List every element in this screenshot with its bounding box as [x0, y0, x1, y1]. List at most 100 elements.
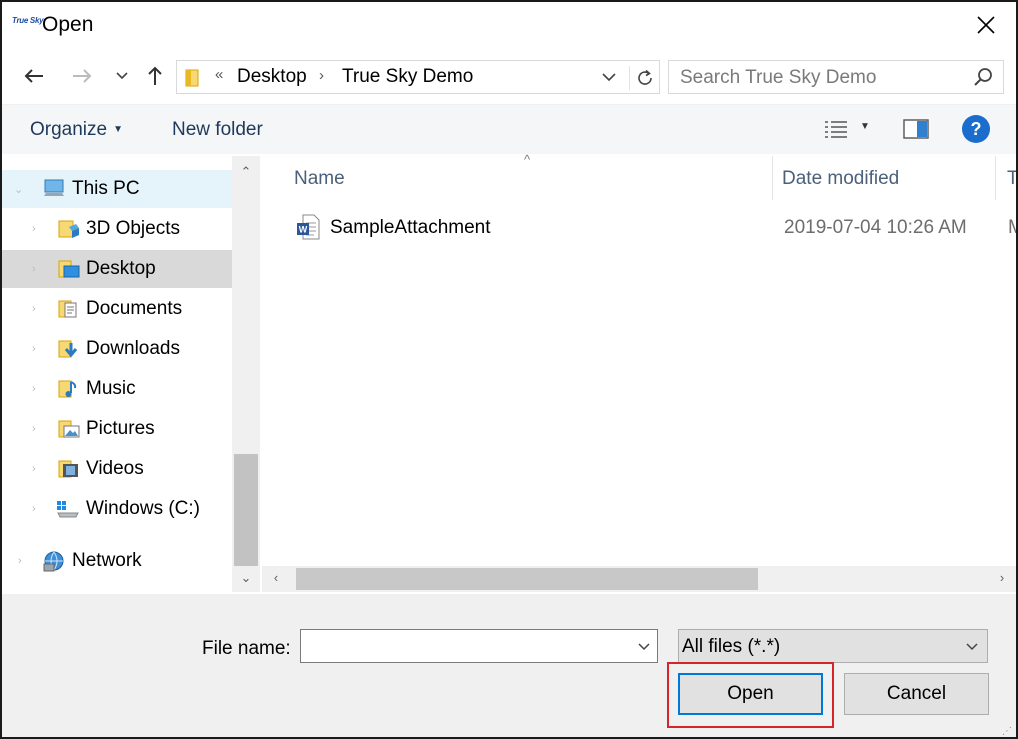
column-divider[interactable]: [995, 156, 996, 200]
preview-pane-icon: [903, 119, 929, 139]
expand-chevron-icon[interactable]: ›: [18, 555, 30, 567]
tree-label-videos: Videos: [86, 458, 144, 479]
address-bar[interactable]: « Desktop › True Sky Demo: [176, 60, 660, 94]
network-icon: [42, 551, 64, 572]
breadcrumb-true-sky-demo[interactable]: True Sky Demo: [342, 66, 473, 88]
address-dropdown-button[interactable]: [601, 67, 617, 92]
details-view-icon: [825, 121, 847, 138]
tree-item-3d-objects[interactable]: › 3D Objects: [2, 210, 232, 248]
tree-item-network[interactable]: › Network: [2, 542, 232, 580]
scroll-right-icon[interactable]: ›: [992, 570, 1012, 585]
tree-label-desktop: Desktop: [86, 258, 156, 279]
file-type-cell: M: [1008, 217, 1016, 239]
tree-item-music[interactable]: › Music: [2, 370, 232, 408]
search-input[interactable]: Search True Sky Demo: [668, 60, 1004, 94]
drive-icon: [56, 499, 79, 519]
resize-grip-icon[interactable]: ⋰: [1002, 726, 1012, 737]
scrollbar-thumb[interactable]: [296, 568, 758, 590]
change-view-button[interactable]: [824, 119, 848, 144]
tree-item-videos[interactable]: › Videos: [2, 450, 232, 488]
pictures-folder-icon: [58, 419, 80, 439]
chevron-down-icon: [602, 73, 616, 82]
cancel-button[interactable]: Cancel: [844, 673, 989, 715]
expand-chevron-icon[interactable]: ›: [32, 503, 44, 515]
tree-label-windows-c: Windows (C:): [86, 498, 201, 519]
back-button[interactable]: [20, 62, 48, 90]
breadcrumb-desktop[interactable]: Desktop: [237, 66, 307, 88]
up-button[interactable]: [141, 62, 169, 90]
search-icon[interactable]: [973, 67, 993, 92]
desktop-folder-icon: [58, 259, 80, 279]
organize-label: Organize: [30, 119, 108, 140]
tree-item-documents[interactable]: › Documents: [2, 290, 232, 328]
tree-item-desktop[interactable]: › Desktop: [2, 250, 232, 288]
tree-item-pictures[interactable]: › Pictures: [2, 410, 232, 448]
documents-folder-icon: [58, 299, 80, 319]
forward-button[interactable]: [68, 62, 96, 90]
scroll-left-icon[interactable]: ‹: [266, 570, 286, 585]
close-icon: [977, 16, 995, 34]
open-file-dialog: True Sky Open « Desktop › True Sky Demo: [0, 0, 1018, 739]
forward-arrow-icon: [73, 69, 92, 83]
breadcrumb-separator[interactable]: ›: [319, 67, 324, 84]
recent-locations-button[interactable]: [108, 62, 136, 90]
tree-label-downloads: Downloads: [86, 338, 180, 359]
new-folder-button[interactable]: New folder: [172, 119, 263, 141]
chevron-down-icon: [965, 637, 979, 660]
collapse-chevron-icon[interactable]: ⌄: [14, 183, 26, 196]
tree-label-documents: Documents: [86, 298, 183, 319]
help-button[interactable]: ?: [962, 115, 990, 143]
path-overflow[interactable]: «: [215, 66, 223, 83]
expand-chevron-icon[interactable]: ›: [32, 383, 44, 395]
open-button[interactable]: Open: [678, 673, 823, 715]
file-name-cell: SampleAttachment: [330, 217, 491, 238]
folder-icon: [185, 68, 201, 93]
search-placeholder: Search True Sky Demo: [680, 67, 877, 88]
3d-objects-folder-icon: [58, 219, 80, 239]
expand-chevron-icon[interactable]: ›: [32, 343, 44, 355]
scrollbar-thumb[interactable]: [234, 454, 258, 566]
scroll-up-icon[interactable]: ⌃: [232, 164, 260, 180]
file-list-pane: ^ Name Date modified T W SampleAttachmen…: [262, 152, 1016, 592]
navigation-bar: « Desktop › True Sky Demo Search True Sk…: [2, 52, 1016, 102]
command-toolbar: Organize ▼ New folder ▼ ?: [2, 104, 1016, 154]
tree-item-downloads[interactable]: › Downloads: [2, 330, 232, 368]
expand-chevron-icon[interactable]: ›: [32, 223, 44, 235]
dialog-title: Open: [42, 13, 94, 36]
expand-chevron-icon[interactable]: ›: [32, 263, 44, 275]
up-arrow-icon: [148, 66, 162, 85]
sort-ascending-icon: ^: [524, 152, 531, 167]
app-logo: True Sky: [12, 16, 44, 25]
back-arrow-icon: [24, 69, 43, 83]
navigation-pane-scrollbar[interactable]: ⌃ ⌄: [232, 156, 260, 592]
tree-label-3d-objects: 3D Objects: [86, 218, 180, 239]
chevron-down-icon: [638, 643, 650, 651]
word-document-icon: W: [296, 214, 320, 245]
file-name-dropdown-button[interactable]: [637, 637, 651, 660]
caret-down-icon: ▼: [113, 124, 124, 135]
tree-label-music: Music: [86, 378, 136, 399]
videos-folder-icon: [58, 459, 80, 479]
horizontal-scrollbar[interactable]: ‹ ›: [262, 566, 1016, 592]
file-name-input[interactable]: [300, 629, 658, 663]
tree-label-network: Network: [72, 550, 142, 571]
file-type-filter-select[interactable]: All files (*.*): [678, 629, 988, 663]
view-options-dropdown[interactable]: ▼: [860, 121, 870, 132]
expand-chevron-icon[interactable]: ›: [32, 303, 44, 315]
title-bar: True Sky Open: [2, 2, 1016, 48]
organize-menu-button[interactable]: Organize ▼: [30, 119, 123, 141]
expand-chevron-icon[interactable]: ›: [32, 423, 44, 435]
close-button[interactable]: [962, 4, 1010, 46]
preview-pane-button[interactable]: [903, 119, 929, 144]
navigation-pane: ⌄ This PC › 3D Objects › Desktop › Docum…: [2, 156, 260, 592]
file-name-label: File name:: [202, 638, 291, 659]
scroll-down-icon[interactable]: ⌄: [232, 570, 260, 586]
refresh-button[interactable]: [629, 66, 659, 90]
dialog-footer: File name: All files (*.*) Open Cancel ⋰: [2, 594, 1016, 737]
tree-item-this-pc[interactable]: ⌄ This PC: [2, 170, 232, 208]
tree-item-windows-c[interactable]: › Windows (C:): [2, 490, 232, 528]
expand-chevron-icon[interactable]: ›: [32, 463, 44, 475]
file-row[interactable]: W SampleAttachment 2019-07-04 10:26 AM M: [290, 208, 1016, 248]
svg-text:W: W: [299, 225, 308, 235]
column-divider[interactable]: [772, 156, 773, 200]
